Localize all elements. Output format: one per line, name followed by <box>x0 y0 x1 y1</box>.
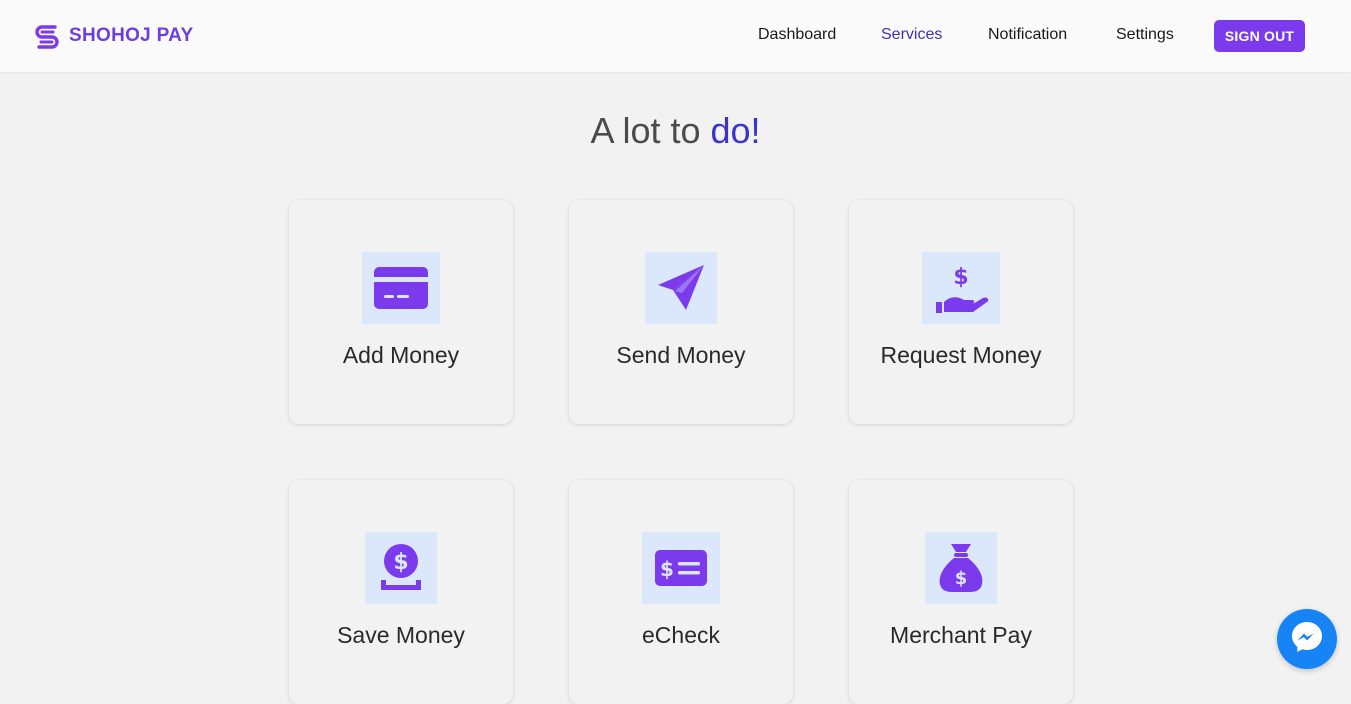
service-card-request-money[interactable]: $ Request Money <box>849 200 1073 424</box>
nav-link-settings[interactable]: Settings <box>1116 26 1174 44</box>
service-card-merchant-pay[interactable]: $ Merchant Pay <box>849 480 1073 704</box>
dollar-coin-deposit-icon: $ <box>365 532 437 604</box>
page-title-text: A lot to <box>590 110 711 151</box>
hand-holding-dollar-icon: $ <box>922 252 1000 324</box>
page-title-accent: do! <box>710 110 761 151</box>
service-label: Request Money <box>880 342 1042 368</box>
page-title: A lot to do! <box>0 110 1351 152</box>
paper-plane-icon <box>645 252 717 324</box>
service-card-send-money[interactable]: Send Money <box>569 200 793 424</box>
brand-logo[interactable]: SHOHOJ PAY <box>31 20 193 52</box>
nav-link-notification[interactable]: Notification <box>988 26 1067 44</box>
service-card-save-money[interactable]: $ Save Money <box>289 480 513 704</box>
service-label: Save Money <box>337 622 465 648</box>
service-label: Send Money <box>616 342 746 368</box>
svg-text:$: $ <box>953 265 968 290</box>
svg-text:$: $ <box>393 550 408 575</box>
nav-link-dashboard[interactable]: Dashboard <box>758 26 836 44</box>
service-card-echeck[interactable]: $ eCheck <box>569 480 793 704</box>
service-card-add-money[interactable]: Add Money <box>289 200 513 424</box>
shohoj-logo-icon <box>31 20 63 52</box>
service-label: Merchant Pay <box>890 622 1032 648</box>
sign-out-button[interactable]: SIGN OUT <box>1214 20 1305 52</box>
service-label: Add Money <box>342 342 460 368</box>
money-check-icon: $ <box>642 532 720 604</box>
svg-text:$: $ <box>955 568 968 589</box>
svg-text:$: $ <box>660 557 674 581</box>
service-label: eCheck <box>642 622 720 648</box>
brand-name: SHOHOJ PAY <box>69 25 194 46</box>
navbar: SHOHOJ PAY Dashboard Services Notificati… <box>0 0 1351 72</box>
messenger-icon <box>1289 619 1325 660</box>
credit-card-icon <box>362 252 440 324</box>
messenger-chat-button[interactable] <box>1277 609 1337 669</box>
nav-link-services[interactable]: Services <box>881 26 942 44</box>
money-bag-icon: $ <box>925 532 997 604</box>
